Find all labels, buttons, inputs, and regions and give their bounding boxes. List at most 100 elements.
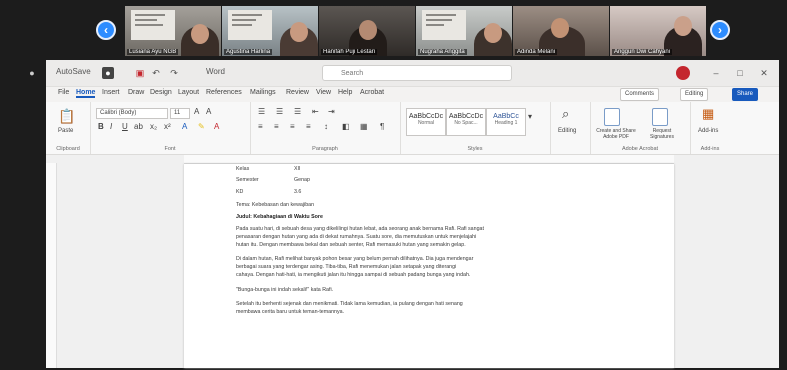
meeting-window: ‹ Lusiana Ayu NGB Agustina Harlina Hanif…	[0, 0, 787, 370]
tab-acrobat[interactable]: Acrobat	[360, 89, 384, 96]
borders-icon[interactable]: ▦	[360, 122, 368, 131]
avatar[interactable]	[676, 66, 690, 80]
line-spacing-icon[interactable]: ↕	[324, 122, 328, 131]
subscript-icon[interactable]: x₂	[150, 122, 157, 131]
create-share-pdf-button[interactable]: Create and Share Adobe PDF	[594, 128, 638, 140]
style-heading-1[interactable]: AaBbCc Heading 1	[486, 108, 526, 136]
decrease-indent-icon[interactable]: ⇤	[312, 107, 319, 116]
field-value: XII	[294, 166, 301, 172]
align-left-icon[interactable]: ≡	[258, 122, 263, 131]
group-label: Styles	[467, 146, 483, 152]
toggle-icon[interactable]: ●	[102, 67, 114, 79]
tab-view[interactable]: View	[316, 89, 331, 96]
request-signature-icon[interactable]	[652, 108, 668, 126]
tab-insert[interactable]: Insert	[102, 89, 120, 96]
search-input[interactable]: Search	[322, 65, 512, 81]
style-normal[interactable]: AaBbCcDc Normal	[406, 108, 446, 136]
participant-tile[interactable]: Anggun Dwi Cahyani	[610, 6, 706, 56]
align-right-icon[interactable]: ≡	[290, 122, 295, 131]
underline-icon[interactable]: U	[122, 122, 128, 131]
participant-tile[interactable]: Lusiana Ayu NGB	[125, 6, 221, 56]
menu-bar: File Home Insert Draw Design Layout Refe…	[46, 87, 779, 101]
bullets-icon[interactable]: ☰	[258, 107, 265, 116]
tab-draw[interactable]: Draw	[128, 89, 144, 96]
shading-icon[interactable]: ◧	[342, 122, 350, 131]
share-button[interactable]: Share	[732, 88, 759, 101]
save-icon[interactable]: ▣	[134, 67, 146, 79]
add-ins-icon[interactable]: ▦	[702, 106, 714, 122]
create-pdf-icon[interactable]	[604, 108, 620, 126]
participant-name: Nugraha Anggita	[418, 49, 467, 55]
ribbon: 📋 Paste Clipboard Calibri (Body) 11 A A …	[46, 102, 779, 155]
font-color-icon[interactable]: A	[214, 122, 219, 131]
tab-review[interactable]: Review	[286, 89, 309, 96]
participant-name: Anggun Dwi Cahyani	[612, 49, 673, 55]
request-signatures-button[interactable]: Request Signatures	[642, 128, 682, 140]
increase-indent-icon[interactable]: ⇥	[328, 107, 335, 116]
paragraph-line: cahaya. Dengan hati-hati, ia mengikuti j…	[236, 272, 471, 278]
text-effects-icon[interactable]: A	[182, 122, 187, 131]
bold-icon[interactable]: B	[98, 122, 104, 131]
justify-icon[interactable]: ≡	[306, 122, 311, 131]
style-no-spacing[interactable]: AaBbCcDc No Spac...	[446, 108, 486, 136]
undo-icon[interactable]: ↶	[150, 67, 162, 79]
shrink-font-icon[interactable]: A	[206, 107, 211, 116]
font-size-select[interactable]: 11	[170, 108, 190, 119]
paragraph-line: Pada suatu hari, di sebuah desa yang dik…	[236, 226, 484, 232]
redo-icon[interactable]: ↷	[168, 67, 180, 79]
font-name-value: Calibri (Body)	[100, 110, 137, 116]
editing-mode-button[interactable]: Editing	[680, 88, 709, 101]
document-page[interactable]: Kelas XII Semester Genap KD 3.6 Tema: Ke…	[184, 164, 674, 368]
align-center-icon[interactable]: ≡	[274, 122, 279, 131]
tab-file[interactable]: File	[58, 89, 69, 96]
style-sample: AaBbCc	[493, 113, 519, 120]
next-page-button[interactable]: ›	[710, 20, 730, 40]
tab-references[interactable]: References	[206, 89, 242, 96]
close-icon[interactable]: ✕	[758, 67, 770, 79]
show-marks-icon[interactable]: ¶	[380, 122, 384, 131]
tab-home[interactable]: Home	[76, 89, 96, 98]
menu-dots-icon[interactable]: ●	[26, 67, 38, 79]
participant-tile[interactable]: Nugraha Anggita	[416, 6, 512, 56]
search-icon[interactable]: ⌕	[562, 106, 569, 122]
autosave-label[interactable]: AutoSave	[56, 67, 91, 76]
tab-layout[interactable]: Layout	[178, 89, 199, 96]
participant-tile[interactable]: Adinda Melani	[513, 6, 609, 56]
vertical-ruler	[46, 163, 57, 368]
font-size-value: 11	[174, 110, 181, 116]
numbering-icon[interactable]: ☰	[276, 107, 283, 116]
strikethrough-icon[interactable]: ab	[134, 122, 143, 131]
superscript-icon[interactable]: x²	[164, 122, 171, 131]
styles-more-icon[interactable]: ▾	[528, 112, 532, 121]
highlight-icon[interactable]: ✎	[198, 122, 205, 131]
document-title: Word	[206, 67, 225, 76]
comments-button[interactable]: Comments	[620, 88, 660, 101]
tab-design[interactable]: Design	[150, 89, 172, 96]
quote-line: "Bunga-bunga ini indah sekali!" kata Raf…	[236, 287, 334, 293]
editing-label[interactable]: Editing	[558, 128, 576, 134]
tab-help[interactable]: Help	[338, 89, 352, 96]
paragraph-line: membawa cerita baru untuk teman-temannya…	[236, 309, 345, 315]
prev-page-button[interactable]: ‹	[96, 20, 116, 40]
participant-tile[interactable]: Hanifah Puji Lestari	[319, 6, 415, 56]
font-name-select[interactable]: Calibri (Body)	[96, 108, 168, 119]
field-label: KD	[236, 189, 244, 195]
tab-mailings[interactable]: Mailings	[250, 89, 276, 96]
acrobat-group: Create and Share Adobe PDF Request Signa…	[590, 102, 691, 154]
italic-icon[interactable]: I	[110, 122, 112, 131]
horizontal-ruler	[184, 155, 674, 164]
participant-tile[interactable]: Agustina Harlina	[222, 6, 318, 56]
grow-font-icon[interactable]: A	[194, 107, 199, 116]
shared-word-window: ● AutoSave ● ▣ ↶ ↷ Word Search – □ ✕ Fil…	[29, 60, 779, 368]
paste-icon[interactable]: 📋	[58, 108, 75, 125]
minimize-icon[interactable]: –	[710, 67, 722, 79]
add-ins-group: ▦ Add-ins Add-ins	[690, 102, 730, 154]
add-ins-button[interactable]: Add-ins	[698, 128, 718, 134]
paste-label[interactable]: Paste	[58, 128, 73, 134]
title-bar: ● AutoSave ● ▣ ↶ ↷ Word Search – □ ✕	[29, 60, 779, 87]
multilevel-list-icon[interactable]: ☰	[294, 107, 301, 116]
styles-group: AaBbCcDc Normal AaBbCcDc No Spac... AaBbCc…	[400, 102, 551, 154]
search-placeholder: Search	[341, 70, 364, 77]
maximize-icon[interactable]: □	[734, 67, 746, 79]
style-name: Normal	[417, 120, 435, 126]
